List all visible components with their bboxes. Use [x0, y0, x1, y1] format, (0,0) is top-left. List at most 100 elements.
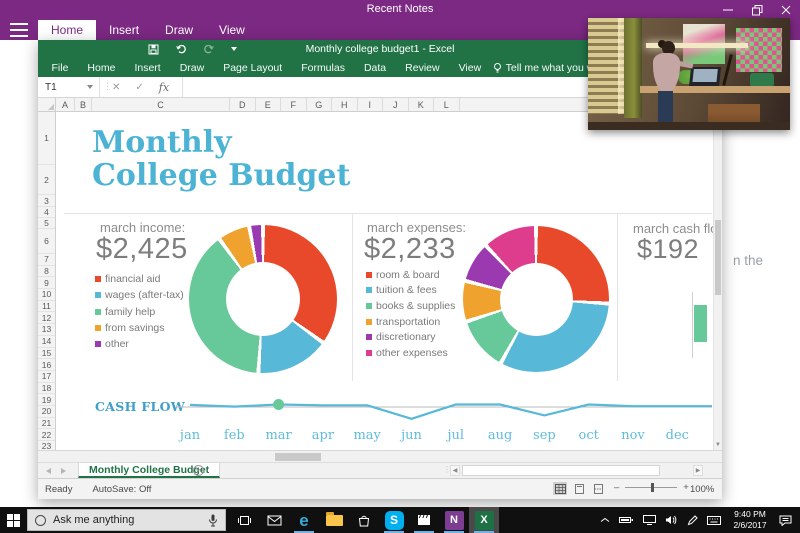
task-view-taskbar-button[interactable] [229, 507, 259, 533]
restore-icon[interactable] [751, 4, 763, 16]
row-header-20[interactable]: 20 [38, 406, 55, 418]
row-header-17[interactable]: 17 [38, 371, 55, 383]
row-header-11[interactable]: 11 [38, 301, 55, 313]
row-header-7[interactable]: 7 [38, 254, 55, 266]
zoom-slider[interactable] [625, 483, 678, 492]
column-header-I[interactable]: I [358, 98, 383, 111]
insert-function-icon[interactable]: fx [159, 81, 169, 94]
cashflow-line-chart[interactable] [175, 391, 712, 425]
zoom-out-icon[interactable]: – [614, 482, 619, 493]
keyboard-icon[interactable] [707, 515, 721, 525]
minimize-icon[interactable] [722, 4, 734, 16]
volume-icon[interactable] [665, 515, 678, 525]
tab-home[interactable]: Home [38, 20, 97, 40]
row-header-16[interactable]: 16 [38, 359, 55, 371]
movies-tv-taskbar-button[interactable] [409, 507, 439, 533]
expenses-donut-chart[interactable] [463, 226, 609, 372]
battery-icon[interactable] [619, 516, 634, 524]
column-header-E[interactable]: E [256, 98, 281, 111]
column-header-B[interactable]: B [75, 98, 92, 111]
onenote-taskbar-button[interactable]: N [439, 507, 469, 533]
ribbon-tab-file[interactable]: File [42, 62, 78, 74]
sheet-nav-left-icon[interactable] [46, 468, 51, 474]
row-header-1[interactable]: 1 [38, 112, 55, 165]
action-center-icon[interactable] [779, 515, 792, 526]
sheet-canvas[interactable]: Monthly College Budget march income: $2,… [56, 112, 713, 450]
column-header-G[interactable]: G [307, 98, 332, 111]
tab-view[interactable]: View [206, 20, 258, 40]
tabbar-scroll-thumb[interactable] [462, 465, 660, 476]
row-header-9[interactable]: 9 [38, 277, 55, 290]
search-input[interactable]: Ask me anything [27, 509, 226, 531]
new-sheet-icon[interactable]: + [193, 465, 204, 476]
row-header-15[interactable]: 15 [38, 348, 55, 360]
row-header-6[interactable]: 6 [38, 229, 55, 254]
vertical-scrollbar-thumb[interactable] [715, 220, 721, 295]
ribbon-tab-draw[interactable]: Draw [170, 62, 214, 74]
enter-icon[interactable]: ✓ [135, 82, 143, 93]
ribbon-tab-home[interactable]: Home [78, 62, 125, 74]
zoom-level[interactable]: 100% [690, 484, 714, 495]
row-header-19[interactable]: 19 [38, 394, 55, 406]
column-header-A[interactable]: A [56, 98, 75, 111]
close-icon[interactable] [780, 4, 792, 16]
vertical-scrollbar[interactable]: ▼ [713, 112, 722, 450]
cashflow-bar[interactable] [694, 305, 707, 342]
name-box[interactable]: T1 [38, 77, 100, 97]
excel-taskbar-button[interactable]: X [469, 507, 499, 533]
hscroll-right-icon[interactable]: ▶ [693, 465, 703, 476]
ribbon-tab-view[interactable]: View [449, 62, 491, 74]
column-header-L[interactable]: L [434, 98, 460, 111]
page-break-view-icon[interactable] [591, 482, 605, 495]
row-header-8[interactable]: 8 [38, 266, 55, 278]
store-taskbar-button[interactable] [349, 507, 379, 533]
pen-icon[interactable] [687, 514, 698, 526]
row-header-14[interactable]: 14 [38, 336, 55, 348]
ribbon-tab-review[interactable]: Review [396, 62, 449, 74]
horizontal-scrollbar[interactable] [38, 450, 722, 462]
skype-taskbar-button[interactable]: S [379, 507, 409, 533]
page-layout-view-icon[interactable] [572, 482, 586, 495]
ribbon-tab-page-layout[interactable]: Page Layout [214, 62, 292, 74]
ribbon-tab-data[interactable]: Data [354, 62, 395, 74]
row-header-22[interactable]: 22 [38, 429, 55, 441]
mail-taskbar-button[interactable] [259, 507, 289, 533]
tab-draw[interactable]: Draw [152, 20, 206, 40]
select-all-corner[interactable] [38, 98, 56, 111]
march-marker-point[interactable] [273, 398, 285, 410]
network-icon[interactable] [643, 515, 656, 525]
hscroll-left-icon[interactable]: ◀ [450, 465, 460, 476]
hamburger-menu-icon[interactable] [10, 23, 28, 37]
normal-view-icon[interactable] [553, 482, 567, 495]
ribbon-tab-formulas[interactable]: Formulas [292, 62, 355, 74]
status-autosave[interactable]: AutoSave: Off [92, 484, 151, 495]
column-header-D[interactable]: D [230, 98, 256, 111]
row-header-21[interactable]: 21 [38, 418, 55, 430]
row-header-18[interactable]: 18 [38, 383, 55, 395]
zoom-slider-thumb[interactable] [651, 483, 655, 492]
cancel-icon[interactable]: ✕ [112, 82, 120, 93]
row-header-10[interactable]: 10 [38, 289, 55, 301]
column-header-F[interactable]: F [281, 98, 307, 111]
scroll-down-icon[interactable]: ▼ [714, 442, 722, 448]
tab-insert[interactable]: Insert [96, 20, 152, 40]
column-header-J[interactable]: J [383, 98, 409, 111]
row-header-12[interactable]: 12 [38, 312, 55, 325]
column-header-H[interactable]: H [332, 98, 358, 111]
edge-taskbar-button[interactable]: e [289, 507, 319, 533]
row-header-3[interactable]: 3 [38, 195, 55, 207]
file-explorer-taskbar-button[interactable] [319, 507, 349, 533]
zoom-in-icon[interactable]: + [683, 482, 689, 493]
row-header-5[interactable]: 5 [38, 218, 55, 229]
column-header-K[interactable]: K [409, 98, 434, 111]
video-overlay[interactable] [588, 18, 790, 130]
microphone-icon[interactable] [208, 514, 218, 527]
row-header-2[interactable]: 2 [38, 165, 55, 195]
chevron-up-icon[interactable] [600, 517, 610, 523]
name-box-dropdown-icon[interactable] [87, 85, 93, 89]
ribbon-tab-insert[interactable]: Insert [125, 62, 170, 74]
row-header-4[interactable]: 4 [38, 207, 55, 218]
start-button[interactable] [0, 507, 27, 533]
income-donut-chart[interactable] [189, 225, 337, 373]
column-header-C[interactable]: C [92, 98, 230, 111]
